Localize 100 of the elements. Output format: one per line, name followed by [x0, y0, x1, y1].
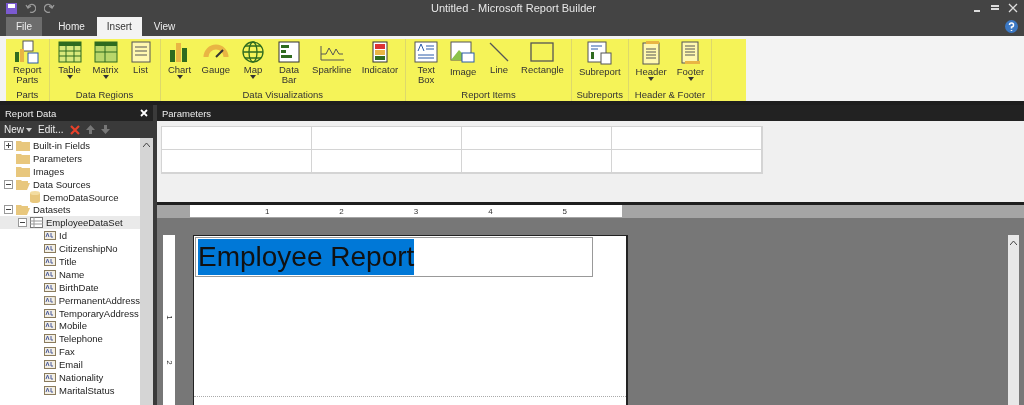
expand-icon[interactable]: [4, 140, 13, 150]
ribbon-button[interactable]: Table: [52, 39, 87, 88]
tree-item[interactable]: DemoDataSource: [0, 190, 140, 204]
tree-item[interactable]: Parameters: [0, 151, 140, 165]
ribbon-button[interactable]: Map: [236, 39, 271, 88]
tree-item[interactable]: Name: [0, 267, 140, 281]
collapse-icon[interactable]: [4, 179, 13, 189]
ribbon-tab[interactable]: Home: [48, 17, 95, 36]
tree-item[interactable]: PermanentAddress: [0, 293, 140, 307]
tree-item[interactable]: Data Sources: [0, 177, 140, 191]
text-box[interactable]: Employee Report: [195, 237, 593, 277]
group-label: Data Visualizations: [241, 88, 325, 101]
group-label: Data Regions: [74, 88, 135, 101]
collapse-icon[interactable]: [18, 218, 27, 228]
tree-item[interactable]: Telephone: [0, 332, 140, 346]
data-bar-icon: [276, 40, 303, 64]
database-icon: [30, 191, 40, 203]
group-label: Report Items: [460, 88, 517, 101]
ribbon-button[interactable]: Footer: [672, 39, 709, 88]
field-icon: [44, 372, 56, 382]
save-icon[interactable]: [6, 2, 17, 14]
tree-item[interactable]: Title: [0, 255, 140, 268]
edit-button[interactable]: Edit...: [38, 124, 64, 135]
collapse-icon[interactable]: [4, 205, 13, 215]
caret-icon: [26, 127, 32, 132]
page-footer-icon: [678, 40, 703, 66]
folder-icon: [16, 204, 30, 216]
scroll-up-icon[interactable]: [1010, 240, 1017, 245]
field-icon: [44, 308, 56, 318]
ribbon-button[interactable]: Line: [483, 39, 516, 88]
image-icon: [449, 40, 478, 66]
group-label: Parts: [15, 88, 40, 101]
ribbon-button[interactable]: List: [124, 39, 157, 88]
caret-icon: [250, 75, 257, 79]
undo-icon[interactable]: [25, 3, 36, 13]
report-title: Employee Report: [198, 239, 415, 275]
group-label: Subreports: [575, 88, 624, 101]
tree-item[interactable]: CitizenshipNo: [0, 242, 140, 255]
subreport-icon: [585, 40, 614, 66]
indicator-icon: [369, 40, 390, 64]
new-button[interactable]: New: [4, 124, 32, 135]
field-icon: [44, 334, 56, 344]
delete-icon[interactable]: [69, 124, 80, 135]
move-down-icon[interactable]: [100, 125, 110, 134]
maximize-icon[interactable]: [990, 3, 1000, 13]
caret-icon: [66, 75, 73, 79]
scroll-up-icon[interactable]: [143, 142, 150, 147]
text-box-icon: [413, 40, 440, 64]
ribbon-tab[interactable]: View: [143, 17, 186, 36]
redo-icon[interactable]: [44, 3, 55, 13]
caret-icon: [176, 75, 183, 79]
ribbon-button[interactable]: Subreport: [574, 39, 625, 88]
tree-item[interactable]: Email: [0, 358, 140, 372]
tree-item[interactable]: Built-in Fields: [0, 139, 140, 152]
tree-item[interactable]: Nationality: [0, 371, 140, 384]
field-icon: [44, 321, 56, 331]
field-icon: [44, 282, 56, 292]
ribbon-button[interactable]: Header: [631, 39, 671, 88]
field-icon: [44, 244, 56, 254]
window-title: Untitled - Microsoft Report Builder: [429, 2, 598, 14]
tree-item[interactable]: BirthDate: [0, 280, 140, 294]
panel-title: Report Data: [5, 107, 57, 119]
ribbon-button[interactable]: Report Parts: [9, 39, 46, 88]
rectangle-icon: [529, 40, 556, 64]
folder-icon: [16, 178, 30, 190]
tree-item[interactable]: Id: [0, 229, 140, 243]
caret-icon: [687, 77, 694, 81]
ribbon-button[interactable]: Sparkline: [308, 39, 356, 88]
ribbon-button[interactable]: Text Box: [409, 39, 444, 88]
ribbon-button[interactable]: Image: [445, 39, 482, 88]
field-icon: [44, 347, 56, 357]
folder-icon: [16, 165, 30, 177]
ribbon-button[interactable]: Gauge: [197, 39, 235, 88]
tree-item[interactable]: MaritalStatus: [0, 383, 140, 397]
ruler-number: 1: [264, 206, 270, 216]
globe-icon: [240, 40, 267, 64]
tree-item[interactable]: EmployeeDataSet: [0, 216, 140, 230]
tree-item[interactable]: Images: [0, 164, 140, 178]
ribbon-button[interactable]: Data Bar: [272, 39, 307, 88]
close-icon[interactable]: [1008, 3, 1018, 13]
tree-item[interactable]: Datasets: [0, 203, 140, 217]
ribbon-button[interactable]: Rectangle: [517, 39, 568, 88]
help-icon[interactable]: [1005, 20, 1018, 33]
ribbon-tab[interactable]: Insert: [96, 17, 142, 36]
ribbon-button[interactable]: Matrix: [88, 39, 123, 88]
matrix-icon: [92, 40, 119, 64]
panel-title: Parameters: [162, 107, 212, 119]
folder-icon: [16, 152, 30, 164]
tree-item[interactable]: Fax: [0, 345, 140, 359]
move-up-icon[interactable]: [85, 125, 95, 134]
file-menu-tab[interactable]: File: [6, 17, 43, 36]
tree-item[interactable]: Mobile: [0, 319, 140, 333]
ribbon-button[interactable]: Indicator: [357, 39, 403, 88]
field-icon: [44, 385, 56, 395]
tree-item[interactable]: TemporaryAddress: [0, 306, 140, 320]
ruler-number: 2: [339, 206, 344, 216]
ruler-number: 4: [488, 206, 493, 216]
ribbon-button[interactable]: Chart: [163, 39, 196, 88]
table-icon: [30, 217, 43, 229]
list-icon: [128, 40, 153, 64]
